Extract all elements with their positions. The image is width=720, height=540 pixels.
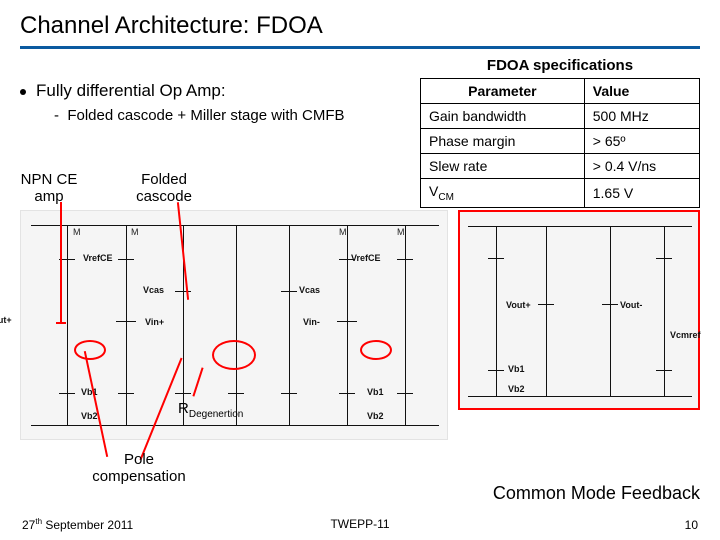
footer-page: 10: [685, 518, 698, 532]
net-vinp: Vin+: [145, 317, 164, 327]
callout-npn: NPN CEamp: [14, 172, 84, 205]
callout-rdeg: RDegenertion: [178, 400, 243, 420]
circle-right: [360, 340, 392, 360]
net-voutm-r: Vout-: [620, 300, 642, 310]
title-rule: [20, 46, 700, 49]
net-vb2-r: Vb2: [367, 411, 384, 421]
table-row: VCM1.65 V: [421, 179, 700, 208]
footer-date: 27th September 2011: [22, 517, 133, 532]
bullet-main: Fully differential Op Amp:: [20, 81, 402, 101]
net-voutp-r: Vout+: [506, 300, 531, 310]
table-row: Phase margin> 65º: [421, 129, 700, 154]
arrow-npn: [60, 202, 62, 324]
footer-conf: TWEPP-11: [330, 517, 389, 531]
net-vb2-r2: Vb2: [508, 384, 525, 394]
circle-rdeg: [212, 340, 256, 370]
specs-header-value: Value: [584, 79, 699, 104]
callout-folded: Foldedcascode: [124, 172, 204, 205]
cmfb-title: Common Mode Feedback: [493, 483, 700, 504]
specs-caption: FDOA specifications: [420, 57, 700, 74]
net-vrefce-l: VrefCE: [83, 253, 113, 263]
table-row: Slew rate> 0.4 V/ns: [421, 154, 700, 179]
net-vb1-r2: Vb1: [508, 364, 525, 374]
specs-header-param: Parameter: [421, 79, 585, 104]
net-vcmref: Vcmref: [670, 330, 701, 340]
specs-table: Parameter Value Gain bandwidth500 MHz Ph…: [420, 78, 700, 208]
net-vinm: Vin-: [303, 317, 320, 327]
circle-left: [74, 340, 106, 360]
page-title: Channel Architecture: FDOA: [0, 0, 720, 44]
net-vcas-r: Vcas: [299, 285, 320, 295]
net-vb2-l: Vb2: [81, 411, 98, 421]
bullet-sub: Folded cascode + Miller stage with CMFB: [67, 107, 344, 124]
net-vrefce-r: VrefCE: [351, 253, 381, 263]
schematic-right: Vout+ Vout- Vcmref Vb1 Vb2: [458, 210, 700, 410]
bullet-dash: -: [54, 107, 67, 124]
table-row: Gain bandwidth500 MHz: [421, 104, 700, 129]
net-vcas-l: Vcas: [143, 285, 164, 295]
net-vb1-r: Vb1: [367, 387, 384, 397]
callout-pole: Polecompensation: [74, 452, 204, 485]
net-voutp: Vout+: [0, 315, 12, 325]
